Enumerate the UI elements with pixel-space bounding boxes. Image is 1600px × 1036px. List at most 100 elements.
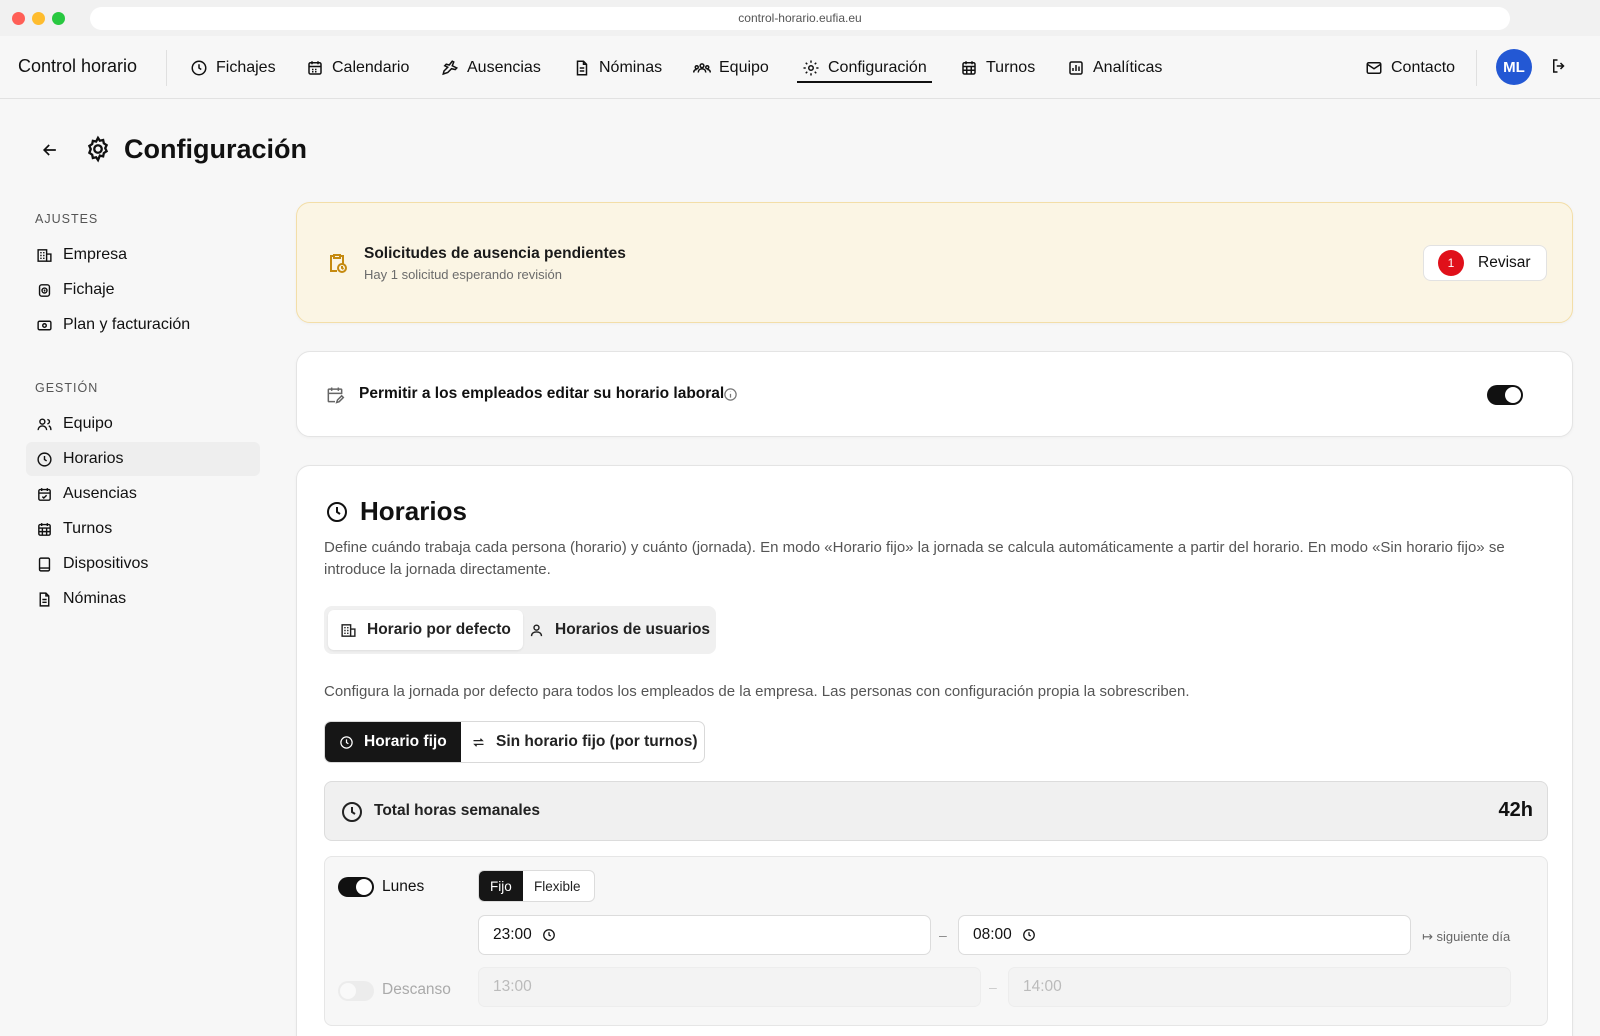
document-icon bbox=[576, 60, 588, 76]
chart-icon bbox=[1069, 61, 1083, 75]
sidebar-item-label: Plan y facturación bbox=[63, 316, 191, 333]
break-separator: – bbox=[989, 979, 997, 995]
clock-icon bbox=[37, 451, 52, 467]
nav-item-analiticas[interactable]: Analíticas bbox=[1067, 56, 1162, 80]
sidebar-item-dispositivos[interactable]: Dispositivos bbox=[26, 547, 260, 581]
nav-label: Analíticas bbox=[1093, 59, 1163, 76]
sidebar-item-fichaje[interactable]: Fichaje bbox=[26, 273, 260, 307]
day-enabled-toggle[interactable] bbox=[338, 877, 374, 897]
url-bar[interactable]: control-horario.eufia.eu bbox=[90, 7, 1510, 30]
nav-item-calendario[interactable]: Calendario bbox=[306, 56, 409, 80]
maximize-window-button[interactable] bbox=[52, 12, 65, 25]
sidebar-item-label: Fichaje bbox=[63, 281, 115, 298]
type-flexible[interactable]: Flexible bbox=[523, 871, 592, 901]
type-fixed[interactable]: Fijo bbox=[479, 871, 523, 901]
end-time-value: 08:00 bbox=[973, 926, 1012, 943]
nav-label: Fichajes bbox=[216, 59, 276, 76]
alert-title: Solicitudes de ausencia pendientes bbox=[364, 245, 626, 262]
day-row-lunes: Lunes Fijo Flexible 23:00 – 08:00 ↦ sigu… bbox=[324, 856, 1548, 1026]
brand-title[interactable]: Control horario bbox=[18, 56, 137, 77]
mode-label: Horario fijo bbox=[364, 733, 447, 750]
sidebar-heading-gestion: GESTIÓN bbox=[35, 381, 99, 395]
sidebar-item-ausencias[interactable]: Ausencias bbox=[26, 477, 260, 511]
nav-label: Equipo bbox=[719, 59, 769, 76]
mode-shift-schedule[interactable]: Sin horario fijo (por turnos) bbox=[457, 722, 704, 762]
section-description: Define cuándo trabaja cada persona (hora… bbox=[324, 539, 1505, 578]
clock-icon bbox=[340, 735, 353, 749]
calendar-edit-icon bbox=[327, 387, 345, 404]
review-button[interactable]: 1 Revisar bbox=[1423, 245, 1547, 281]
nav-item-equipo[interactable]: Equipo bbox=[693, 56, 769, 80]
tab-user-schedules[interactable]: Horarios de usuarios bbox=[516, 610, 722, 650]
sidebar-item-label: Horarios bbox=[63, 450, 124, 467]
nav-label: Configuración bbox=[828, 59, 927, 76]
start-time-input[interactable]: 23:00 bbox=[478, 915, 931, 955]
nav-label: Calendario bbox=[332, 59, 410, 76]
top-nav: Control horario Fichajes Calendario Ause… bbox=[0, 36, 1600, 99]
user-icon bbox=[530, 623, 543, 636]
sidebar-item-nominas[interactable]: Nóminas bbox=[26, 582, 260, 616]
break-start-value: 13:00 bbox=[493, 978, 532, 995]
alert-subtitle: Hay 1 solicitud esperando revisión bbox=[364, 267, 562, 282]
nav-active-indicator bbox=[797, 81, 932, 83]
sidebar-item-empresa[interactable]: Empresa bbox=[26, 238, 260, 272]
page-title: Configuración bbox=[124, 134, 307, 164]
sidebar-item-label: Equipo bbox=[63, 415, 113, 432]
sidebar-item-label: Nóminas bbox=[63, 590, 127, 607]
sidebar-item-equipo[interactable]: Equipo bbox=[26, 407, 260, 441]
schedule-scope-tabs: Horario por defecto Horarios de usuarios bbox=[324, 606, 716, 654]
clipboard-clock-icon bbox=[330, 254, 347, 273]
clock-icon bbox=[342, 802, 362, 822]
sidebar-item-plan-facturacion[interactable]: Plan y facturación bbox=[26, 308, 260, 342]
calendar-check-icon bbox=[38, 487, 51, 501]
contact-label: Contacto bbox=[1391, 59, 1456, 76]
clock-icon bbox=[542, 929, 555, 941]
break-end-value: 14:00 bbox=[1023, 978, 1062, 995]
nav-item-fichajes[interactable]: Fichajes bbox=[190, 56, 276, 80]
watch-icon bbox=[38, 283, 51, 297]
avatar[interactable]: ML bbox=[1496, 49, 1532, 85]
close-window-button[interactable] bbox=[12, 12, 25, 25]
nav-item-turnos[interactable]: Turnos bbox=[960, 56, 1035, 80]
day-name: Lunes bbox=[382, 878, 425, 895]
nav-divider bbox=[1476, 50, 1477, 86]
weekly-total-value: 42h bbox=[1498, 799, 1533, 821]
sidebar-heading-ajustes: AJUSTES bbox=[35, 212, 99, 226]
section-title: Horarios bbox=[360, 496, 467, 526]
clock-icon bbox=[1022, 929, 1035, 941]
sidebar-item-label: Dispositivos bbox=[63, 555, 149, 572]
edit-schedule-permission-card: Permitir a los empleados editar su horar… bbox=[296, 351, 1573, 437]
sidebar-item-horarios[interactable]: Horarios bbox=[26, 442, 260, 476]
nav-divider bbox=[166, 50, 167, 86]
contact-link[interactable]: Contacto bbox=[1365, 56, 1455, 80]
sidebar-item-label: Empresa bbox=[63, 246, 128, 263]
nav-item-nominas[interactable]: Nóminas bbox=[573, 56, 662, 80]
break-label: Descanso bbox=[382, 981, 451, 998]
calendar-icon bbox=[308, 61, 322, 75]
info-icon[interactable] bbox=[723, 387, 738, 402]
break-toggle[interactable] bbox=[338, 981, 374, 1001]
day-type-toggle: Fijo Flexible bbox=[478, 870, 595, 902]
nav-item-configuracion[interactable]: Configuración bbox=[802, 56, 927, 80]
plane-icon bbox=[442, 60, 459, 76]
break-start-input[interactable]: 13:00 bbox=[478, 967, 981, 1007]
users-icon bbox=[37, 417, 52, 430]
logout-icon[interactable] bbox=[1550, 57, 1568, 75]
mode-fixed-schedule[interactable]: Horario fijo bbox=[325, 722, 461, 762]
minimize-window-button[interactable] bbox=[32, 12, 45, 25]
next-day-hint: ↦ siguiente día bbox=[1422, 929, 1511, 944]
back-arrow-icon[interactable] bbox=[40, 140, 60, 160]
mail-icon bbox=[1366, 62, 1382, 74]
document-icon bbox=[39, 591, 50, 607]
end-time-input[interactable]: 08:00 bbox=[958, 915, 1411, 955]
gear-icon bbox=[87, 135, 109, 163]
nav-item-ausencias[interactable]: Ausencias bbox=[441, 56, 541, 80]
sidebar-item-label: Turnos bbox=[63, 520, 113, 537]
mode-label: Sin horario fijo (por turnos) bbox=[496, 733, 698, 750]
tab-default-schedule[interactable]: Horario por defecto bbox=[328, 610, 523, 650]
nav-label: Turnos bbox=[986, 59, 1036, 76]
building-icon bbox=[341, 623, 356, 637]
sidebar-item-turnos[interactable]: Turnos bbox=[26, 512, 260, 546]
permission-toggle[interactable] bbox=[1487, 385, 1523, 405]
break-end-input[interactable]: 14:00 bbox=[1008, 967, 1511, 1007]
